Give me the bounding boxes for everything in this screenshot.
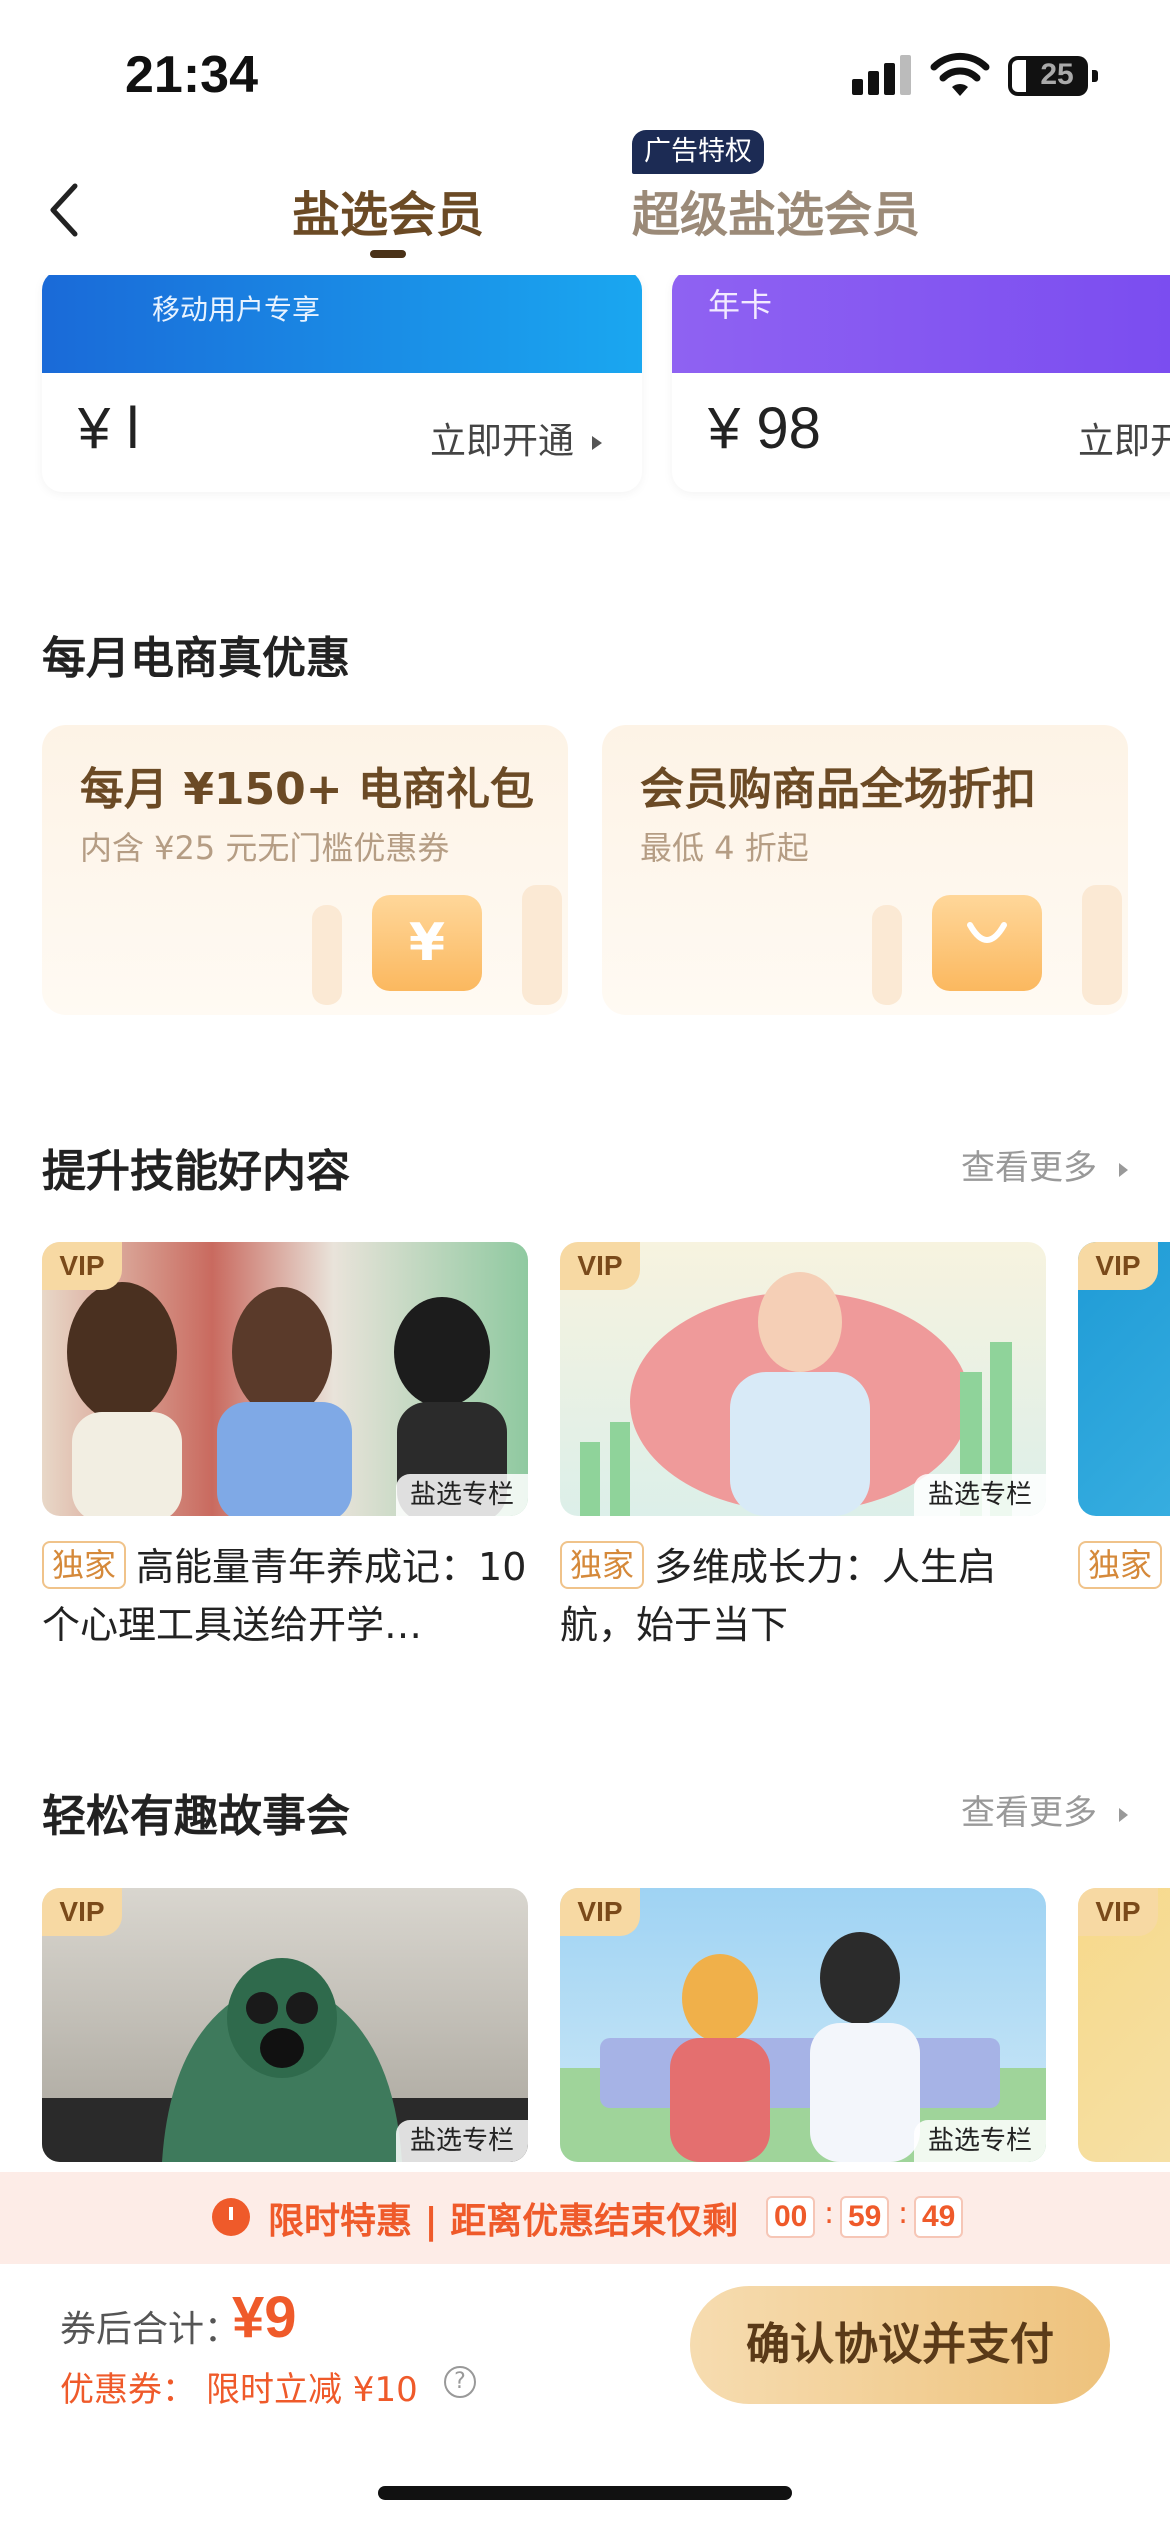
card-subtitle: 年卡 [708,286,773,324]
promo-text: 限时特惠 | 距离优惠结束仅剩 [268,2201,739,2242]
decor-shape [872,905,902,1005]
decor-shape [312,905,342,1005]
content-thumbnail: VIP 盐选专栏 [42,1242,528,1516]
open-now-label: 立即开通 [1077,421,1170,462]
chevron-right-icon [592,436,602,450]
section-title-stories: 轻松有趣故事会 [42,1791,350,1842]
section-title-monthly: 每月电商真优惠 [42,633,350,684]
ad-privilege-badge: 广告特权 [632,130,764,174]
promo-countdown-bar: 限时特惠 | 距离优惠结束仅剩 00 : 59 : 49 [0,2172,1170,2264]
chevron-right-icon [1119,1807,1128,1822]
benefit-subtitle: 最低 4 折起 [640,829,809,867]
back-icon[interactable] [45,180,85,240]
vip-badge: VIP [1078,1888,1158,1936]
exclusive-badge: 独家 [1078,1541,1163,1589]
countdown-separator: : [898,2196,909,2231]
timer-icon [212,2198,250,2236]
stories-row: VIP 盐选专栏 VIP 盐选专栏 VIP [42,1888,1170,2162]
story-thumbnail: VIP [1078,1888,1170,2162]
decor-shape [522,885,562,1005]
coupon-icon: ¥ [372,895,482,991]
content-title: 独家 多维成长力：人生启航，始于当下 [560,1538,1046,1654]
story-card[interactable]: VIP [1078,1888,1170,2162]
section-title-skills: 提升技能好内容 [42,1146,350,1197]
help-icon[interactable]: ? [444,2366,476,2398]
total-label: 券后合计： [60,2309,241,2350]
content-thumbnail: VIP [1078,1242,1170,1516]
membership-card-annual[interactable]: 年卡 ¥ 98 立即开通 [672,270,1170,492]
content-title: 独家 高能量青年养成记：10个心理工具送给开学… [42,1538,528,1654]
open-now-button[interactable]: 立即开通 [1078,412,1170,464]
status-bar: 21:34 25 [0,0,1170,150]
total-price: ¥9 [232,2285,297,2350]
shopping-bag-icon [932,895,1042,991]
card-price: ¥ 98 [708,396,821,461]
exclusive-badge: 独家 [42,1541,127,1589]
vip-badge: VIP [560,1888,640,1936]
vip-badge: VIP [1078,1242,1158,1290]
benefit-card-discount[interactable]: 会员购商品全场折扣 最低 4 折起 [602,725,1128,1015]
content-title: 独家 [1078,1538,1170,1654]
confirm-pay-button[interactable]: 确认协议并支付 [690,2286,1110,2404]
exclusive-badge: 独家 [560,1541,645,1589]
decor-shape [1082,885,1122,1005]
countdown-separator: : [824,2196,835,2231]
card-subtitle: 移动用户专享 [152,293,321,326]
story-card[interactable]: VIP 盐选专栏 [42,1888,528,2162]
card-price: ¥ l [78,396,140,461]
battery-level: 25 [1040,58,1074,91]
benefit-title: 会员购商品全场折扣 [640,764,1036,815]
benefit-subtitle: 内含 ¥25 元无门槛优惠券 [80,829,450,867]
benefit-title: 每月 ¥150+ 电商礼包 [80,764,534,815]
open-now-button[interactable]: 立即开通 [430,412,602,464]
content-card[interactable]: VIP 盐选专栏 独家 高能量青年养成记：10个心理工具送给开学… [42,1242,528,1654]
card-banner: 移动用户专享 [42,270,642,373]
story-thumbnail: VIP 盐选专栏 [560,1888,1046,2162]
coupon-label: 优惠券： [60,2370,196,2410]
wifi-icon [930,52,990,96]
coupon-value[interactable]: 限时立减 ¥10 [206,2362,418,2411]
column-tag: 盐选专栏 [913,1474,1046,1516]
column-tag: 盐选专栏 [395,1474,528,1516]
see-more-label: 查看更多 [961,1793,1097,1833]
tab-super-yanxuan-member[interactable]: 超级盐选会员 [632,175,920,245]
content-card[interactable]: VIP 独家 [1078,1242,1170,1654]
vip-badge: VIP [560,1242,640,1290]
see-more-stories[interactable]: 查看更多 [961,1785,1128,1834]
chevron-right-icon [1119,1162,1128,1177]
column-tag: 盐选专栏 [913,2120,1046,2162]
see-more-skills[interactable]: 查看更多 [961,1140,1128,1189]
home-indicator[interactable] [378,2486,792,2500]
tab-yanxuan-member[interactable]: 盐选会员 [292,175,484,245]
open-now-label: 立即开通 [429,421,574,462]
tab-active-indicator [370,250,406,258]
cellular-signal-icon [852,55,912,95]
vip-badge: VIP [42,1888,122,1936]
column-tag: 盐选专栏 [395,2120,528,2162]
countdown-minutes: 59 [840,2196,890,2238]
story-card[interactable]: VIP 盐选专栏 [560,1888,1046,2162]
card-banner: 年卡 [672,270,1170,373]
membership-card-mobile[interactable]: 移动用户专享 ¥ l 立即开通 [42,270,642,492]
vip-badge: VIP [42,1242,122,1290]
countdown-seconds: 49 [914,2196,964,2238]
content-thumbnail: VIP 盐选专栏 [560,1242,1046,1516]
benefit-card-gift-pack[interactable]: 每月 ¥150+ 电商礼包 内含 ¥25 元无门槛优惠券 ¥ [42,725,568,1015]
nav-bar: 盐选会员 广告特权 超级盐选会员 [0,130,1170,275]
content-card[interactable]: VIP 盐选专栏 独家 多维成长力：人生启航，始于当下 [560,1242,1046,1654]
skills-row: VIP 盐选专栏 独家 高能量青年养成记：10个心理工具送给开学… VIP 盐选专… [42,1242,1170,1662]
countdown-hours: 00 [766,2196,816,2238]
story-thumbnail: VIP 盐选专栏 [42,1888,528,2162]
see-more-label: 查看更多 [961,1148,1097,1188]
status-time: 21:34 [125,46,258,104]
battery-icon: 25 [1008,56,1098,96]
